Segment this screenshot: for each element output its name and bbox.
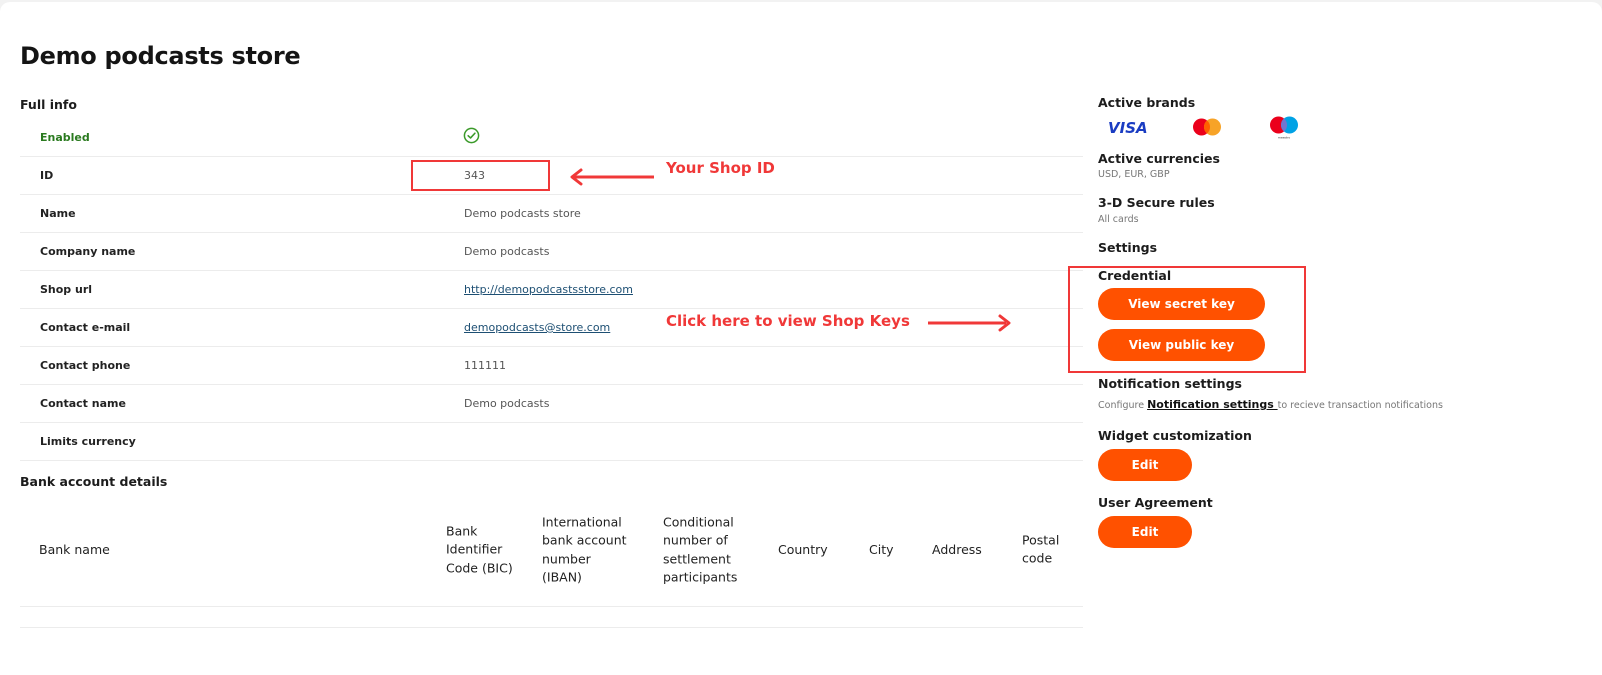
visa-icon: VISA [1108,119,1148,135]
contact-name-value: Demo podcasts [464,397,550,410]
svg-text:VISA: VISA [1108,119,1148,135]
widget-customization-title: Widget customization [1098,428,1252,443]
info-row-email: Contact e-mail demopodcasts@store.com [20,309,1083,347]
active-currencies-value: USD, EUR, GBP [1098,169,1170,180]
shop-url-link[interactable]: http://demopodcastsstore.com [464,283,633,296]
notification-settings-link[interactable]: Notification settings [1147,398,1278,411]
column-header: Bank Identifier Code (BIC) [446,523,513,576]
secure-rules-title: 3-D Secure rules [1098,195,1215,210]
status-row: Enabled [20,119,1083,157]
info-row-name: Name Demo podcasts store [20,195,1083,233]
full-info-title: Full info [20,97,77,112]
maestro-icon: maestro [1270,116,1298,140]
user-agreement-title: User Agreement [1098,495,1213,510]
shop-id-annotation: Your Shop ID [666,159,775,177]
email-link[interactable]: demopodcasts@store.com [464,321,610,334]
company-value: Demo podcasts [464,245,550,258]
column-header: Conditional number of settlement partici… [663,514,738,585]
info-row-limits-currency: Limits currency [20,423,1083,461]
arrow-right-icon [928,314,1011,332]
secure-rules-value: All cards [1098,214,1139,225]
page-title: Demo podcasts store [20,42,301,70]
info-row-id: ID 343 [20,157,1083,195]
status-label: Enabled [40,131,90,144]
shop-keys-annotation: Click here to view Shop Keys [666,312,910,330]
shop-details-page: Demo podcasts store Full info Enabled ID… [0,2,1602,675]
phone-value: 111111 [464,359,506,372]
contact-name-label: Contact name [40,397,126,410]
shop-id-highlight-box [411,160,550,191]
active-currencies-title: Active currencies [1098,151,1220,166]
column-header: Postal code [1022,532,1060,566]
name-label: Name [40,207,76,220]
phone-label: Contact phone [40,359,131,372]
active-brands-title: Active brands [1098,95,1196,110]
id-label: ID [40,169,54,182]
column-header: Address [932,541,982,557]
svg-text:maestro: maestro [1278,136,1291,140]
name-value: Demo podcasts store [464,207,581,220]
column-header: City [869,541,894,557]
notification-settings-title: Notification settings [1098,376,1242,391]
info-row-phone: Contact phone 111111 [20,347,1083,385]
company-label: Company name [40,245,136,258]
column-header: International bank account number (IBAN) [542,514,627,585]
info-row-shop-url: Shop url http://demopodcastsstore.com [20,271,1083,309]
shop-url-label: Shop url [40,283,93,296]
mastercard-icon [1193,118,1221,136]
user-agreement-edit-button[interactable]: Edit [1098,516,1192,548]
info-row-contact-name: Contact name Demo podcasts [20,385,1083,423]
notification-suffix: to recieve transaction notifications [1277,400,1443,411]
bank-details-title: Bank account details [20,474,168,489]
email-label: Contact e-mail [40,321,131,334]
limits-currency-label: Limits currency [40,435,136,448]
column-header: Country [778,541,828,557]
bank-table-header: Bank name Bank Identifier Code (BIC) Int… [20,494,1083,607]
notification-settings-text: Configure Notification settings to recie… [1098,398,1443,411]
bank-details-table: Bank name Bank Identifier Code (BIC) Int… [20,494,1083,628]
column-header: Bank name [39,541,110,557]
full-info-table: Enabled ID 343 Name Demo podcasts store … [20,119,1083,461]
info-row-company: Company name Demo podcasts [20,233,1083,271]
settings-title: Settings [1098,240,1158,255]
arrow-left-icon [570,168,654,186]
widget-edit-button[interactable]: Edit [1098,449,1192,481]
check-circle-icon [463,127,480,144]
bank-table-empty-row [20,607,1083,628]
credential-highlight-box [1068,266,1306,373]
notification-prefix: Configure [1098,400,1148,411]
